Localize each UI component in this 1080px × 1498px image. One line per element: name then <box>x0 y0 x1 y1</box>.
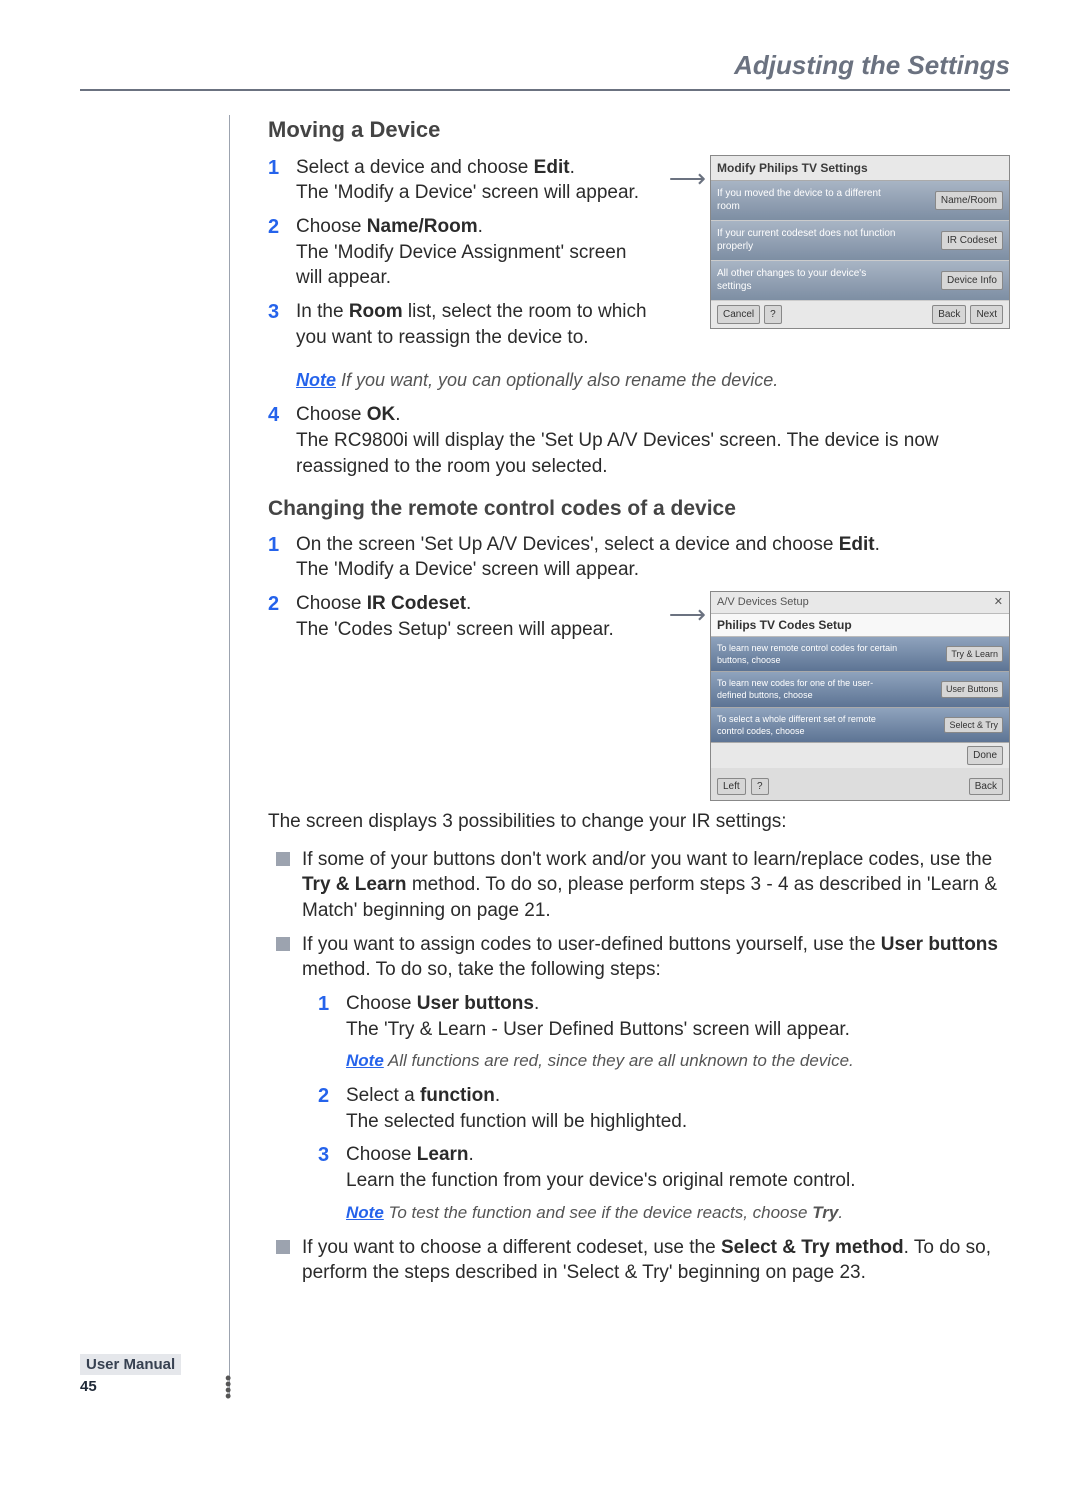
done-button[interactable]: Done <box>967 746 1003 766</box>
step-number: 2 <box>318 1083 346 1134</box>
note-line: Note If you want, you can optionally als… <box>296 368 1010 392</box>
step-number: 4 <box>268 402 296 479</box>
bullet-item: If you want to choose a different codese… <box>276 1235 1010 1286</box>
step-body: In the Room list, select the room to whi… <box>296 299 649 350</box>
ss-row: If you moved the device to a different r… <box>711 181 1009 221</box>
arrow-icon: ⟶ <box>669 597 706 632</box>
back-button[interactable]: Back <box>969 778 1003 795</box>
step-number: 2 <box>268 591 296 642</box>
ss2-subtitle: Philips TV Codes Setup <box>711 614 1009 637</box>
modify-settings-screenshot: Modify Philips TV Settings If you moved … <box>710 155 1010 330</box>
ir-codeset-button[interactable]: IR Codeset <box>941 231 1003 251</box>
square-bullet-icon <box>276 1240 290 1254</box>
square-bullet-icon <box>276 937 290 951</box>
codes-setup-screenshot: A/V Devices Setup✕ Philips TV Codes Setu… <box>710 591 1010 801</box>
device-info-button[interactable]: Device Info <box>941 271 1003 291</box>
note-line: Note All functions are red, since they a… <box>346 1050 1010 1073</box>
manual-label: User Manual <box>80 1354 181 1375</box>
left-button[interactable]: Left <box>717 778 746 795</box>
moving-device-title: Moving a Device <box>268 115 1010 145</box>
help-button[interactable]: ? <box>764 305 782 325</box>
page-number: 45 <box>80 1378 97 1395</box>
back-button[interactable]: Back <box>932 305 966 325</box>
ss-title: Modify Philips TV Settings <box>711 156 1009 181</box>
select-try-button[interactable]: Select & Try <box>944 717 1003 733</box>
step-body: Select a device and choose Edit. The 'Mo… <box>296 155 649 206</box>
arrow-icon: ⟶ <box>669 161 706 196</box>
step-body: Choose OK. The RC9800i will display the … <box>296 402 1010 479</box>
step-number: 2 <box>268 214 296 291</box>
bullet-item: If you want to assign codes to user-defi… <box>276 932 1010 983</box>
step-number: 1 <box>268 532 296 583</box>
help-button[interactable]: ? <box>751 778 769 795</box>
step-body: Choose User buttons. The 'Try & Learn - … <box>346 991 1010 1042</box>
try-learn-button[interactable]: Try & Learn <box>946 646 1003 662</box>
step-number: 1 <box>318 991 346 1042</box>
step-body: Choose Name/Room. The 'Modify Device Ass… <box>296 214 649 291</box>
side-column: User Manual 45 •••• <box>80 115 230 1395</box>
name-room-button[interactable]: Name/Room <box>935 191 1003 211</box>
next-button[interactable]: Next <box>970 305 1003 325</box>
page-header: Adjusting the Settings <box>80 50 1010 91</box>
step-body: Choose IR Codeset. The 'Codes Setup' scr… <box>296 591 649 642</box>
cancel-button[interactable]: Cancel <box>717 305 760 325</box>
ss-row: If your current codeset does not functio… <box>711 221 1009 261</box>
intro-para: The screen displays 3 possibilities to c… <box>268 809 1010 835</box>
step-number: 3 <box>268 299 296 350</box>
step-body: On the screen 'Set Up A/V Devices', sele… <box>296 532 1010 583</box>
step-number: 1 <box>268 155 296 206</box>
decorative-dots: •••• <box>225 1375 230 1399</box>
step-number: 3 <box>318 1142 346 1193</box>
changing-codes-title: Changing the remote control codes of a d… <box>268 495 1010 523</box>
bullet-item: If some of your buttons don't work and/o… <box>276 847 1010 924</box>
square-bullet-icon <box>276 852 290 866</box>
user-buttons-button[interactable]: User Buttons <box>941 681 1003 697</box>
step-body: Select a function. The selected function… <box>346 1083 1010 1134</box>
step-body: Choose Learn. Learn the function from yo… <box>346 1142 1010 1193</box>
ss2-header: A/V Devices Setup✕ <box>711 592 1009 614</box>
note-line: Note To test the function and see if the… <box>346 1202 1010 1225</box>
ss-row: All other changes to your device's setti… <box>711 261 1009 301</box>
